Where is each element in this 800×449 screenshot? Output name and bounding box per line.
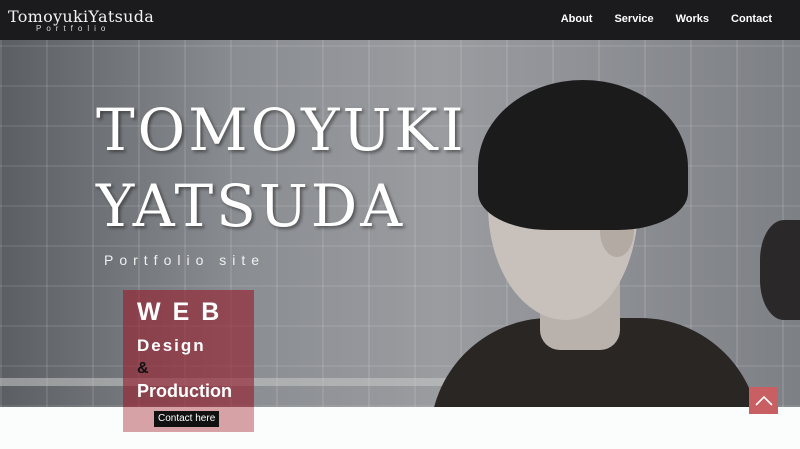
nav-contact-link[interactable]: Contact <box>731 13 772 25</box>
contact-here-button[interactable]: Contact here <box>154 411 220 427</box>
top-navigation-bar: TomoyukiYatsuda Portfolio About Service … <box>0 0 800 40</box>
nav-works-link[interactable]: Works <box>676 13 709 25</box>
promo-production-text: Production <box>137 381 232 401</box>
background-person <box>760 220 800 320</box>
hero-subtitle: Portfolio site <box>104 252 266 268</box>
hero-title: TOMOYUKI YATSUDA <box>96 92 467 244</box>
hero-title-line1: TOMOYUKI <box>96 96 467 164</box>
site-logo-subtitle: Portfolio <box>36 24 111 33</box>
promo-ampersand: & <box>137 360 149 377</box>
promo-web-text: WEB <box>137 298 232 326</box>
main-nav: About Service Works Contact <box>561 13 772 25</box>
hero-section: TOMOYUKI YATSUDA Portfolio site <box>0 0 800 407</box>
nav-service-link[interactable]: Service <box>614 13 653 25</box>
scroll-to-top-button[interactable] <box>749 387 778 414</box>
chevron-up-icon <box>754 395 773 406</box>
hero-title-line2: YATSUDA <box>96 172 406 240</box>
promo-design-text: Design <box>137 336 206 355</box>
promo-box: WEB Design & Production Contact here <box>123 290 254 432</box>
nav-about-link[interactable]: About <box>561 13 593 25</box>
